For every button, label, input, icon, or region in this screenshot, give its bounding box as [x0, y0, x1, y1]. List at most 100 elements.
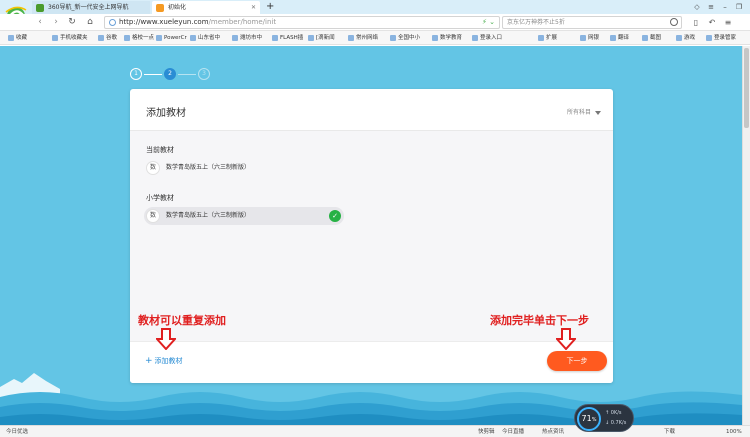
folder-icon — [272, 35, 278, 41]
subject-badge: 数 — [146, 161, 160, 175]
bookmark-item[interactable]: 潍坊市中 — [232, 31, 262, 45]
bookmark-item[interactable]: 常州网络 — [348, 31, 378, 45]
annotation-left-text: 教材可以重复添加 — [138, 314, 226, 327]
more-menu-icon[interactable]: ≡ — [722, 16, 734, 29]
step-2-indicator: 2 — [164, 68, 176, 80]
bookmark-label: [滴新闻 — [316, 35, 335, 41]
ebank-button[interactable]: 网银 — [580, 31, 599, 45]
folder-icon — [472, 35, 478, 41]
folder-icon — [390, 35, 396, 41]
minimize-icon[interactable]: – — [718, 0, 732, 14]
games-button[interactable]: 游戏 — [676, 31, 695, 45]
status-quick-edit[interactable]: 快剪辑 — [478, 426, 495, 437]
back-icon[interactable]: ‹ — [34, 16, 46, 29]
folder-icon — [232, 35, 238, 41]
maximize-icon[interactable]: ❐ — [732, 0, 746, 14]
folder-icon — [432, 35, 438, 41]
step-1-indicator: 1 — [130, 68, 142, 80]
upload-speed-value: 0K/s — [610, 410, 622, 416]
status-news[interactable]: 热点资讯 — [542, 426, 564, 437]
tab-init[interactable]: 初始化 ✕ — [152, 1, 260, 14]
folder-icon — [190, 35, 196, 41]
bookmark-item[interactable]: 格校一点 — [124, 31, 154, 45]
screenshot-button[interactable]: 截图 — [642, 31, 661, 45]
step-connector — [144, 74, 162, 75]
speed-mode-icon[interactable]: ⚡ ⌄ — [482, 17, 495, 28]
new-tab-button[interactable]: + — [266, 0, 274, 13]
folder-icon — [156, 35, 162, 41]
add-textbook-label: 添加教材 — [154, 357, 183, 365]
bookmark-label: 全国中小 — [398, 35, 421, 41]
phone-icon[interactable]: ▯ — [690, 16, 702, 29]
bookmark-label: 常州网络 — [356, 35, 379, 41]
primary-textbook-chip[interactable]: 数 数学青岛版五上（六三制新版） ✓ — [144, 207, 344, 225]
site-info-icon — [109, 19, 116, 26]
url-text: http://www.xueleyun.com/member/home/init — [119, 17, 276, 28]
check-icon: ✓ — [329, 210, 341, 222]
star-icon — [8, 35, 14, 41]
subject-filter-dropdown[interactable]: 所有科目 — [567, 107, 601, 116]
bookmark-label: 潍坊市中 — [240, 35, 263, 41]
speed-gauge: 71% — [577, 407, 601, 431]
bookmark-item[interactable]: 登录入口 — [472, 31, 502, 45]
download-speed-value: 0.7K/s — [610, 420, 627, 426]
bookmark-label: 山东省中 — [198, 35, 221, 41]
search-input[interactable]: 京东亿万神券不止5折 — [507, 17, 565, 28]
status-live[interactable]: 今日直播 — [502, 426, 524, 437]
extensions-button[interactable]: 扩展 — [538, 31, 557, 45]
down-arrow-icon — [156, 328, 176, 350]
bookmark-item[interactable]: 山东省中 — [190, 31, 220, 45]
search-icon[interactable] — [670, 18, 678, 26]
close-tab-icon[interactable]: ✕ — [251, 1, 256, 14]
home-icon[interactable]: ⌂ — [84, 16, 96, 29]
scrollbar-thumb[interactable] — [744, 48, 749, 128]
bookmark-item[interactable]: 全国中小 — [390, 31, 420, 45]
undo-icon[interactable]: ↶ — [706, 16, 718, 29]
current-textbook-heading: 当前教材 — [146, 146, 174, 154]
textbook-label: 数学青岛版五上（六三制新版） — [166, 212, 251, 219]
status-download[interactable]: 下载 — [664, 426, 675, 437]
scissors-icon — [642, 35, 648, 41]
bookmark-item[interactable]: FLASH插 — [272, 31, 303, 45]
search-box[interactable]: 京东亿万神券不止5折 — [502, 16, 682, 29]
today-picks-link[interactable]: 今日优选 — [6, 426, 28, 437]
tab-label: 初始化 — [168, 4, 187, 11]
status-zoom[interactable]: 100% — [726, 426, 742, 437]
status-bar: 今日优选 快剪辑 今日直播 热点资讯 下载 100% — [0, 425, 750, 437]
bookmark-label: PowerCr — [164, 35, 187, 41]
network-speed-widget[interactable]: 71% ↑ 0K/s ↓ 0.7K/s — [574, 404, 634, 432]
tab-favicon-icon — [36, 4, 44, 12]
bookmark-favorites[interactable]: 收藏 — [8, 31, 27, 45]
tab-360-nav[interactable]: 360导航_新一代安全上网导航 — [32, 1, 150, 14]
bookmark-item[interactable]: [滴新闻 — [308, 31, 335, 45]
speed-value: 71 — [581, 414, 592, 423]
bookmark-item[interactable]: 谷歌 — [98, 31, 117, 45]
shield-icon[interactable]: ◇ — [690, 0, 704, 14]
forward-icon[interactable]: › — [50, 16, 62, 29]
card-body: 当前教材 数 数学青岛版五上（六三制新版） 小学教材 数 数学青岛版五上（六三制… — [130, 131, 613, 341]
translate-icon — [610, 35, 616, 41]
refresh-icon[interactable]: ↻ — [66, 16, 78, 29]
bookmark-item[interactable]: PowerCr — [156, 31, 187, 45]
login-manager-button[interactable]: 登录管家 — [706, 31, 736, 45]
subject-filter-label: 所有科目 — [566, 109, 591, 116]
bookmark-item[interactable]: 手机收藏夹 — [52, 31, 88, 45]
translate-button[interactable]: 翻译 — [610, 31, 629, 45]
bookmark-item[interactable]: 数学教育 — [432, 31, 462, 45]
address-bar[interactable]: http://www.xueleyun.com/member/home/init… — [104, 16, 500, 29]
page-content: 1 2 3 添加教材 所有科目 当前教材 数 数学青岛版五上（六三制新版） 小学… — [0, 46, 742, 425]
folder-icon — [308, 35, 314, 41]
tab-label: 360导航_新一代安全上网导航 — [48, 4, 129, 11]
bookmark-label: 手机收藏夹 — [60, 35, 88, 41]
bookmark-label: 登录入口 — [480, 35, 503, 41]
bookmark-label: FLASH插 — [280, 35, 304, 41]
page-scrollbar[interactable] — [742, 46, 750, 425]
gamepad-icon — [676, 35, 682, 41]
add-textbook-card: 添加教材 所有科目 当前教材 数 数学青岛版五上（六三制新版） 小学教材 数 数… — [130, 89, 613, 383]
bookmark-label: 格校一点 — [132, 35, 155, 41]
address-toolbar: ‹ › ↻ ⌂ http://www.xueleyun.com/member/h… — [0, 14, 750, 31]
tab-favicon-icon — [156, 4, 164, 12]
step-3-indicator: 3 — [198, 68, 210, 80]
menu-icon[interactable]: ≡ — [704, 0, 718, 14]
bookmark-label: 游戏 — [684, 35, 696, 41]
